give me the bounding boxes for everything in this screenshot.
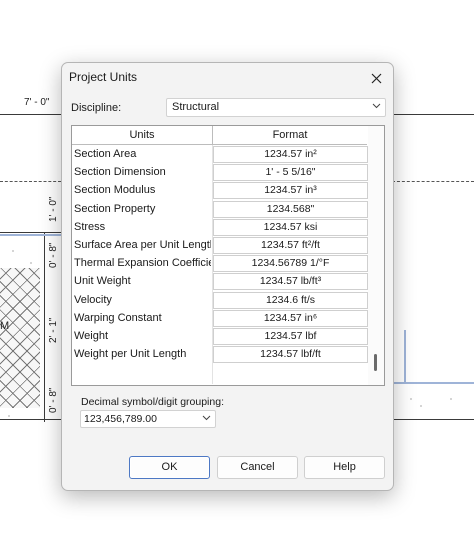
decimal-label: Decimal symbol/digit grouping:	[81, 396, 224, 408]
format-button[interactable]: 1234.57 in³	[213, 182, 368, 200]
format-button[interactable]: 1234.57 ft²/ft	[213, 236, 368, 254]
scrollbar-thumb[interactable]	[374, 354, 377, 371]
dimension-left-1: 1' - 0"	[48, 196, 59, 222]
left-letter: M	[0, 320, 10, 332]
drawing-blue-line	[0, 234, 61, 236]
unit-name: Weight per Unit Length	[74, 348, 187, 361]
table-row[interactable]: Weight 1234.57 lbf	[72, 327, 368, 345]
chevron-down-icon	[202, 415, 211, 421]
format-button[interactable]: 1234.57 ksi	[213, 218, 368, 236]
drawing-blue-line	[404, 330, 406, 384]
vertical-scrollbar[interactable]	[368, 126, 384, 385]
speck	[450, 398, 452, 400]
dimension-left-2: 0' - 8"	[48, 242, 59, 268]
column-header-units: Units	[72, 126, 213, 144]
drawing-line	[0, 419, 61, 420]
unit-name: Surface Area per Unit Length	[74, 238, 211, 251]
close-button[interactable]	[365, 67, 387, 89]
format-button[interactable]: 1234.57 lbf	[213, 327, 368, 345]
format-button[interactable]: 1234.6 ft/s	[213, 291, 368, 309]
chevron-down-icon	[372, 103, 381, 109]
format-button[interactable]: 1234.568"	[213, 200, 368, 218]
format-button[interactable]: 1' - 5 5/16"	[213, 164, 368, 182]
discipline-select[interactable]: Structural	[166, 98, 386, 117]
format-button[interactable]: 1234.57 in²	[213, 146, 368, 163]
close-icon	[371, 73, 381, 83]
unit-name: Section Modulus	[74, 184, 156, 197]
unit-name: Thermal Expansion Coefficie	[74, 257, 211, 270]
table-row[interactable]: Section Dimension 1' - 5 5/16"	[72, 163, 368, 182]
format-button[interactable]: 1234.57 lbf/ft	[213, 346, 368, 364]
unit-name: Section Dimension	[74, 166, 166, 179]
drawing-line	[0, 232, 61, 233]
unit-name: Section Property	[74, 202, 156, 215]
ok-button[interactable]: OK	[129, 456, 210, 479]
discipline-value: Structural	[172, 101, 220, 113]
speck	[420, 405, 422, 407]
cancel-button[interactable]: Cancel	[217, 456, 298, 479]
format-button[interactable]: 1234.57 in⁶	[213, 309, 368, 327]
unit-name: Section Area	[74, 148, 137, 160]
table-row[interactable]: Section Area 1234.57 in²	[72, 145, 368, 163]
drawing-line	[392, 114, 474, 115]
table-row[interactable]: Surface Area per Unit Length 1234.57 ft²/…	[72, 236, 368, 254]
table-row[interactable]: Unit Weight 1234.57 lb/ft³	[72, 272, 368, 291]
drawing-line	[44, 232, 45, 422]
table-body: Section Area 1234.57 in² Section Dimension…	[72, 145, 368, 364]
decimal-value: 123,456,789.00	[84, 413, 157, 425]
table-row[interactable]: Section Modulus 1234.57 in³	[72, 181, 368, 200]
units-table: Units Format Section Area 1234.57 in² Sect…	[71, 125, 385, 386]
unit-name: Unit Weight	[74, 275, 131, 288]
speck	[410, 398, 412, 400]
hatch-pattern	[0, 268, 40, 408]
project-units-dialog: Project Units Discipline: Structural Uni…	[61, 62, 394, 491]
column-header-format: Format	[272, 129, 308, 141]
unit-name: Stress	[74, 220, 106, 233]
format-button[interactable]: 1234.56789 1/°F	[213, 255, 368, 273]
unit-name: Warping Constant	[74, 311, 162, 324]
table-row[interactable]: Weight per Unit Length 1234.57 lbf/ft	[72, 345, 368, 364]
table-row[interactable]: Stress 1234.57 ksi	[72, 218, 368, 236]
dimension-top: 7' - 0"	[24, 97, 50, 108]
unit-name: Weight	[74, 329, 109, 342]
speck	[8, 415, 10, 417]
format-button[interactable]: 1234.57 lb/ft³	[213, 273, 368, 291]
unit-name: Velocity	[74, 293, 112, 306]
drawing-line	[392, 419, 474, 420]
drawing-line	[0, 114, 61, 115]
speck	[30, 262, 32, 264]
table-row[interactable]: Velocity 1234.6 ft/s	[72, 291, 368, 309]
dialog-title: Project Units	[69, 70, 138, 84]
table-row[interactable]: Thermal Expansion Coefficie 1234.56789 1/…	[72, 254, 368, 273]
dimension-left-4: 0' - 8"	[48, 387, 59, 413]
table-header: Units Format	[72, 126, 367, 145]
decimal-select[interactable]: 123,456,789.00	[80, 410, 216, 428]
dimension-left-3: 2' - 1"	[48, 317, 59, 343]
drawing-dashed-line	[392, 181, 474, 182]
table-row[interactable]: Warping Constant 1234.57 in⁶	[72, 309, 368, 327]
speck	[12, 250, 14, 252]
drawing-dashed-line	[0, 181, 61, 182]
help-button[interactable]: Help	[304, 456, 385, 479]
table-row[interactable]: Section Property 1234.568"	[72, 200, 368, 218]
discipline-label: Discipline:	[71, 102, 122, 114]
